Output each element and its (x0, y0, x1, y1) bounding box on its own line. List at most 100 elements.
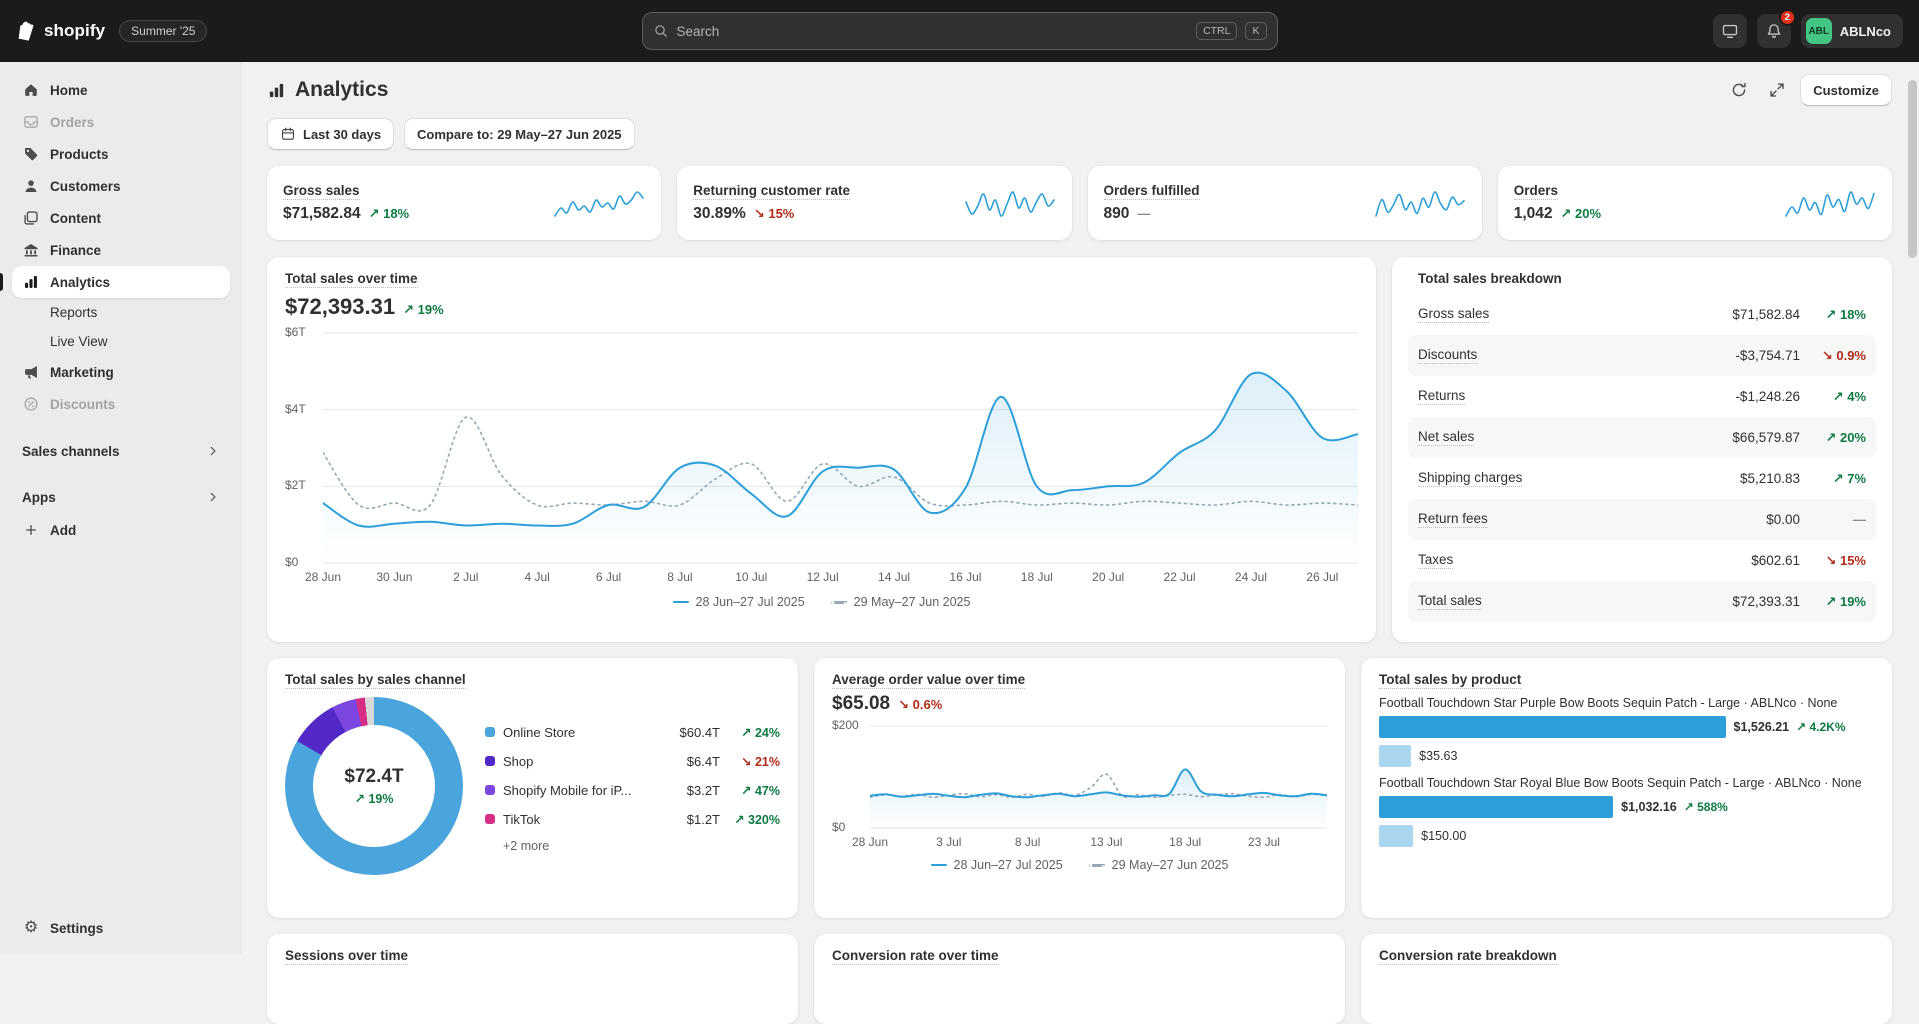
breakdown-row-return-fees[interactable]: Return fees$0.00— (1408, 499, 1876, 540)
product-bar-row: $1,526.21↗ 4.2K% (1379, 716, 1874, 738)
x-axis-tick: 8 Jul (667, 570, 692, 584)
breakdown-row-gross-sales[interactable]: Gross sales$71,582.84↗ 18% (1408, 294, 1876, 335)
kpi-title[interactable]: Orders (1514, 183, 1601, 198)
main-content: Analytics Customize Last 30 days Compare… (242, 62, 1892, 954)
breakdown-value: $66,579.87 (1732, 430, 1800, 445)
sidebar-item-content[interactable]: Content (12, 202, 230, 234)
total-sales-value: $72,393.31 (285, 294, 395, 320)
search-input[interactable]: Search CTRL K (642, 12, 1278, 50)
kpi-title[interactable]: Orders fulfilled (1104, 183, 1200, 198)
y-axis-tick: $2T (285, 478, 306, 492)
breakdown-row-net-sales[interactable]: Net sales $66,579.87↗ 20% (1408, 417, 1876, 458)
y-axis: $200$0 (832, 725, 870, 829)
expand-icon (1768, 81, 1786, 99)
kpi-card-orders[interactable]: Orders1,042↗ 20% (1498, 166, 1892, 240)
breakdown-row-discounts[interactable]: Discounts-$3,754.71↘ 0.9% (1408, 335, 1876, 376)
products-tag-icon (22, 145, 40, 163)
refresh-button[interactable] (1724, 75, 1754, 105)
store-preview-button[interactable] (1713, 14, 1747, 48)
y-axis-tick: $4T (285, 402, 306, 416)
x-axis-tick: 28 Jun (852, 835, 888, 849)
sidebar-item-reports[interactable]: Reports (12, 298, 230, 327)
breakdown-label[interactable]: Gross sales (1418, 306, 1489, 323)
product-bar-solid[interactable] (1379, 796, 1613, 818)
sidebar-item-analytics[interactable]: Analytics (12, 266, 230, 298)
breakdown-label[interactable]: Net sales (1418, 429, 1474, 446)
sidebar-item-customers[interactable]: Customers (12, 170, 230, 202)
kpi-sparkline (1374, 185, 1466, 221)
customize-button[interactable]: Customize (1800, 74, 1892, 106)
kpi-card-gross-sales[interactable]: Gross sales$71,582.84↗ 18% (267, 166, 661, 240)
delta-indicator: ↗ 20% (1800, 430, 1866, 446)
sidebar-section-sales-channels[interactable]: Sales channels (12, 436, 230, 466)
total-sales-line-chart[interactable] (323, 332, 1358, 564)
channel-value: $60.4T (680, 725, 720, 740)
channel-legend-item-shop[interactable]: Shop$6.4T↘ 21% (485, 747, 780, 776)
sales-by-product-card: Total sales by product Football Touchdow… (1361, 658, 1892, 918)
summer-edition-badge[interactable]: Summer '25 (119, 20, 207, 42)
shopify-logo[interactable]: shopify (16, 20, 105, 43)
breakdown-row-total-sales[interactable]: Total sales$72,393.31↗ 19% (1408, 581, 1876, 622)
sidebar-item-settings[interactable]: ⚙ Settings (12, 912, 230, 944)
kpi-title[interactable]: Returning customer rate (693, 183, 850, 198)
sidebar-item-finance[interactable]: Finance (12, 234, 230, 266)
sidebar-item-live-view[interactable]: Live View (12, 327, 230, 356)
y-axis-tick: $200 (832, 718, 859, 732)
sidebar-section-apps[interactable]: Apps (12, 482, 230, 512)
kpi-sparkline (1784, 185, 1876, 221)
store-menu[interactable]: ABL ABLNco (1801, 14, 1903, 48)
x-axis-tick: 18 Jul (1021, 570, 1053, 584)
date-range-button[interactable]: Last 30 days (267, 118, 394, 150)
breakdown-row-returns[interactable]: Returns-$1,248.26↗ 4% (1408, 376, 1876, 417)
legend-label: 28 Jun–27 Jul 2025 (696, 595, 805, 609)
y-axis-tick: $0 (832, 820, 845, 834)
aov-line-chart[interactable] (870, 725, 1327, 829)
sidebar-item-discounts[interactable]: Discounts (12, 388, 230, 420)
channel-swatch (485, 756, 495, 766)
product-bar-value: $1,032.16 (1621, 800, 1677, 814)
breakdown-label[interactable]: Discounts (1418, 347, 1477, 364)
breakdown-label[interactable]: Returns (1418, 388, 1465, 405)
breakdown-value: -$3,754.71 (1735, 348, 1800, 363)
product-bar-solid[interactable] (1379, 716, 1726, 738)
breakdown-label[interactable]: Total sales (1418, 593, 1482, 610)
delta-indicator: ↗ 4% (1800, 389, 1866, 405)
breakdown-label[interactable]: Taxes (1418, 552, 1453, 569)
channel-more-link[interactable]: +2 more (503, 839, 549, 853)
compare-button[interactable]: Compare to: 29 May–27 Jun 2025 (404, 118, 634, 150)
channel-legend-item-online-store[interactable]: Online Store$60.4T↗ 24% (485, 718, 780, 747)
x-axis-tick: 3 Jul (936, 835, 961, 849)
scrollbar-thumb[interactable] (1908, 80, 1917, 258)
donut-total-delta: ↗ 19% (355, 791, 394, 806)
product-bar-light[interactable] (1379, 825, 1413, 847)
breakdown-row-taxes[interactable]: Taxes$602.61↘ 15% (1408, 540, 1876, 581)
product-name[interactable]: Football Touchdown Star Purple Bow Boots… (1379, 696, 1874, 710)
expand-button[interactable] (1762, 75, 1792, 105)
sidebar-item-products[interactable]: Products (12, 138, 230, 170)
product-bar-list: Football Touchdown Star Purple Bow Boots… (1379, 696, 1874, 847)
product-name[interactable]: Football Touchdown Star Royal Blue Bow B… (1379, 776, 1874, 790)
topbar: shopify Summer '25 Search CTRL K 2 ABL A… (0, 0, 1919, 62)
sidebar-item-marketing[interactable]: Marketing (12, 356, 230, 388)
sidebar-item-orders[interactable]: Orders (12, 106, 230, 138)
channel-value: $3.2T (687, 783, 720, 798)
topbar-actions: 2 ABL ABLNco (1713, 14, 1903, 48)
channel-legend-item-tiktok[interactable]: TikTok$1.2T↗ 320% (485, 805, 780, 834)
page-scrollbar[interactable] (1908, 66, 1917, 950)
notifications-button[interactable]: 2 (1757, 14, 1791, 48)
channel-donut-chart[interactable]: $72.4T ↗ 19% (285, 697, 463, 875)
breakdown-label[interactable]: Return fees (1418, 511, 1488, 528)
breakdown-row-shipping-charges[interactable]: Shipping charges$5,210.83↗ 7% (1408, 458, 1876, 499)
channel-swatch (485, 785, 495, 795)
sales-by-channel-card: Total sales by sales channel $72.4T ↗ 19… (267, 658, 798, 918)
breakdown-label[interactable]: Shipping charges (1418, 470, 1522, 487)
kpi-title[interactable]: Gross sales (283, 183, 409, 198)
delta-indicator: ↗ 18% (369, 206, 410, 222)
conversion-rate-breakdown-card: Conversion rate breakdown (1361, 934, 1892, 1024)
sidebar-item-home[interactable]: Home (12, 74, 230, 106)
channel-legend-item-shopify-mobile-for-ip-[interactable]: Shopify Mobile for iP...$3.2T↗ 47% (485, 776, 780, 805)
kpi-card-returning-customer-rate[interactable]: Returning customer rate30.89%↘ 15% (677, 166, 1071, 240)
kpi-card-orders-fulfilled[interactable]: Orders fulfilled890— (1088, 166, 1482, 240)
sidebar-item-add-app[interactable]: Add (12, 514, 230, 546)
product-bar-light[interactable] (1379, 745, 1411, 767)
